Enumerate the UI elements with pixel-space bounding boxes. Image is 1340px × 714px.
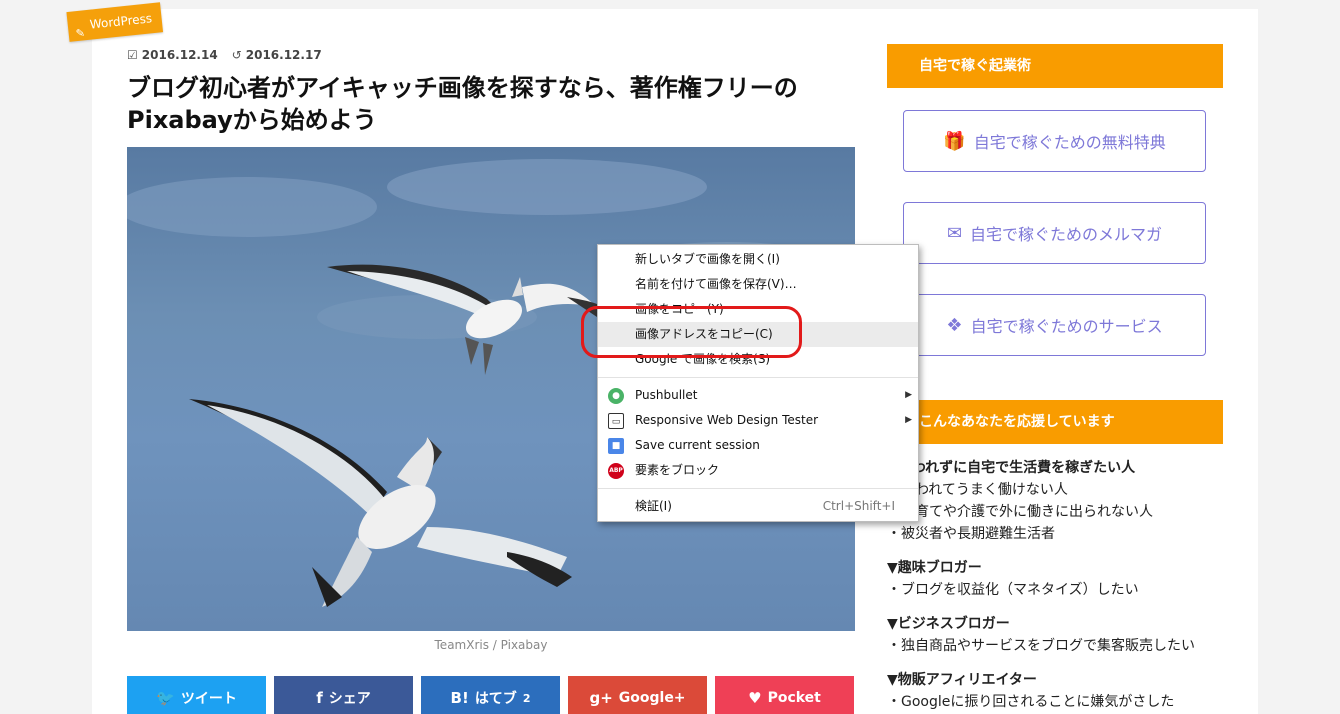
twitter-bird-icon: 🐦 [156, 689, 175, 707]
context-menu-item-3[interactable]: 画像アドレスをコピー(C) [598, 322, 918, 347]
context-menu-label: 検証(I) [635, 499, 672, 513]
sidebar-section-title-2: こんなあなたを応援しています [887, 400, 1223, 444]
share-button-3[interactable]: g+ Google+ [568, 676, 707, 714]
share-label: はてブ [474, 691, 517, 707]
sidebar-link-button-2[interactable]: ❖ 自宅で稼ぐためのサービス [903, 294, 1206, 356]
sidebar-link-label: 自宅で稼ぐためのサービス [970, 317, 1163, 336]
context-menu-label: Save current session [635, 438, 760, 452]
audience-group: ▼囚われずに自宅で生活費を稼ぎたい人 ・囚われてうまく働けない人・子育てや介護で外… [887, 457, 1227, 545]
submenu-arrow-icon: ▶ [905, 390, 912, 400]
sidebar-section-title-1: 自宅で稼ぐ起業術 [887, 44, 1223, 88]
context-menu: 新しいタブで画像を開く(I) 名前を付けて画像を保存(V)… 画像をコピー(Y) 画像… [597, 244, 919, 522]
audience-group: ▼趣味ブロガー・ブログを収益化（マネタイズ）したい [887, 557, 1227, 601]
menu-separator [598, 377, 918, 378]
seagull-lower [189, 399, 572, 607]
share-button-4[interactable]: ♥ Pocket [715, 676, 854, 714]
extension-menu-item-1[interactable]: ▭ Responsive Web Design Tester ▶ [598, 408, 918, 433]
calendar-icon: ☑ [127, 48, 138, 62]
audience-group: ▼物販アフィリエイター・Googleに振り回されることに嫌気がさした [887, 669, 1227, 713]
share-label: ツイート [180, 691, 237, 707]
audience-heading: ▼囚われずに自宅で生活費を稼ぎたい人 [887, 460, 1136, 476]
context-menu-item-2[interactable]: 画像をコピー(Y) [598, 297, 918, 322]
share-button-1[interactable]: f シェア [274, 676, 413, 714]
pocket-icon: ♥ [748, 689, 762, 707]
pushbullet-icon: ● [608, 388, 624, 404]
share-label: Google+ [618, 690, 686, 706]
adblock-icon: ABP [608, 463, 624, 479]
article-title: ブログ初心者がアイキャッチ画像を探すなら、著作権フリーの Pixabayから始めよ… [127, 74, 798, 134]
sidebar-link-label: 自宅で稼ぐためのメルマガ [970, 225, 1163, 244]
cubes-icon: ❖ [946, 314, 963, 336]
extension-menu-item-0[interactable]: ● Pushbullet ▶ [598, 383, 918, 408]
category-text: WordPress [89, 11, 153, 32]
context-menu-label: Responsive Web Design Tester [635, 413, 819, 427]
share-button-2[interactable]: B! はてブ 2 [421, 676, 560, 714]
context-menu-label: Pushbullet [635, 388, 698, 402]
context-menu-item-4[interactable]: Google で画像を検索(S) [598, 347, 918, 372]
audience-item: ・ブログを収益化（マネタイズ）したい [887, 582, 1139, 598]
gift-icon: 🎁 [943, 130, 966, 152]
audience-heading: ▼物販アフィリエイター [887, 672, 1037, 688]
context-menu-label: 画像アドレスをコピー(C) [635, 327, 773, 341]
audience-item: ・被災者や長期避難生活者 [887, 526, 1055, 542]
extension-menu-item-2[interactable]: ■ Save current session [598, 433, 918, 458]
post-meta: ☑ 2016.12.14 ↺ 2016.12.17 [127, 48, 322, 62]
monitor-icon: ▭ [608, 413, 624, 429]
share-count: 2 [522, 691, 531, 705]
envelope-icon: ✉ [946, 222, 963, 244]
share-button-0[interactable]: 🐦 ツイート [127, 676, 266, 714]
context-menu-label: 新しいタブで画像を開く(I) [635, 252, 780, 266]
audience-item: ・子育てや介護で外に働きに出られない人 [887, 504, 1153, 520]
context-menu-label: 画像をコピー(Y) [635, 302, 724, 316]
refresh-icon: ↺ [231, 48, 242, 62]
context-menu-label: Google で画像を検索(S) [635, 352, 771, 366]
audience-heading: ▼趣味ブロガー [887, 560, 982, 576]
pin-icon: ✎ [75, 26, 86, 41]
shortcut-text: Ctrl+Shift+I [822, 499, 895, 513]
inspect-menu-item[interactable]: 検証(I) Ctrl+Shift+I [598, 494, 918, 519]
audience-item: ・囚われてうまく働けない人 [887, 482, 1068, 498]
share-icon-text: g+ [589, 689, 613, 707]
facebook-icon: f [316, 689, 323, 707]
context-menu-item-1[interactable]: 名前を付けて画像を保存(V)… [598, 272, 918, 297]
sidebar-link-button-0[interactable]: 🎁 自宅で稼ぐための無料特典 [903, 110, 1206, 172]
share-label: シェア [328, 691, 371, 707]
sidebar-link-label: 自宅で稼ぐための無料特典 [973, 133, 1166, 152]
extension-menu-item-3[interactable]: ABP 要素をブロック [598, 458, 918, 483]
audience-item: ・独自商品やサービスをブログで集客販売したい [887, 638, 1195, 654]
sidebar-link-button-1[interactable]: ✉ 自宅で稼ぐためのメルマガ [903, 202, 1206, 264]
image-caption: TeamXris / Pixabay [434, 638, 548, 652]
share-icon-text: B! [450, 689, 469, 707]
context-menu-item-0[interactable]: 新しいタブで画像を開く(I) [598, 247, 918, 272]
audience-heading: ▼ビジネスブロガー [887, 616, 1010, 632]
menu-separator [598, 488, 918, 489]
updated-date: ↺ 2016.12.17 [231, 48, 322, 62]
audience-group: ▼ビジネスブロガー・独自商品やサービスをブログで集客販売したい [887, 613, 1227, 657]
share-label: Pocket [767, 690, 821, 706]
published-date: ☑ 2016.12.14 [127, 48, 218, 62]
target-audience-list: ▼囚われずに自宅で生活費を稼ぎたい人 ・囚われてうまく働けない人・子育てや介護で外… [887, 457, 1227, 714]
context-menu-label: 名前を付けて画像を保存(V)… [635, 277, 797, 291]
session-icon: ■ [608, 438, 624, 454]
context-menu-label: 要素をブロック [635, 463, 720, 477]
audience-item: ・Googleに振り回されることに嫌気がさした [887, 694, 1175, 710]
submenu-arrow-icon: ▶ [905, 415, 912, 425]
